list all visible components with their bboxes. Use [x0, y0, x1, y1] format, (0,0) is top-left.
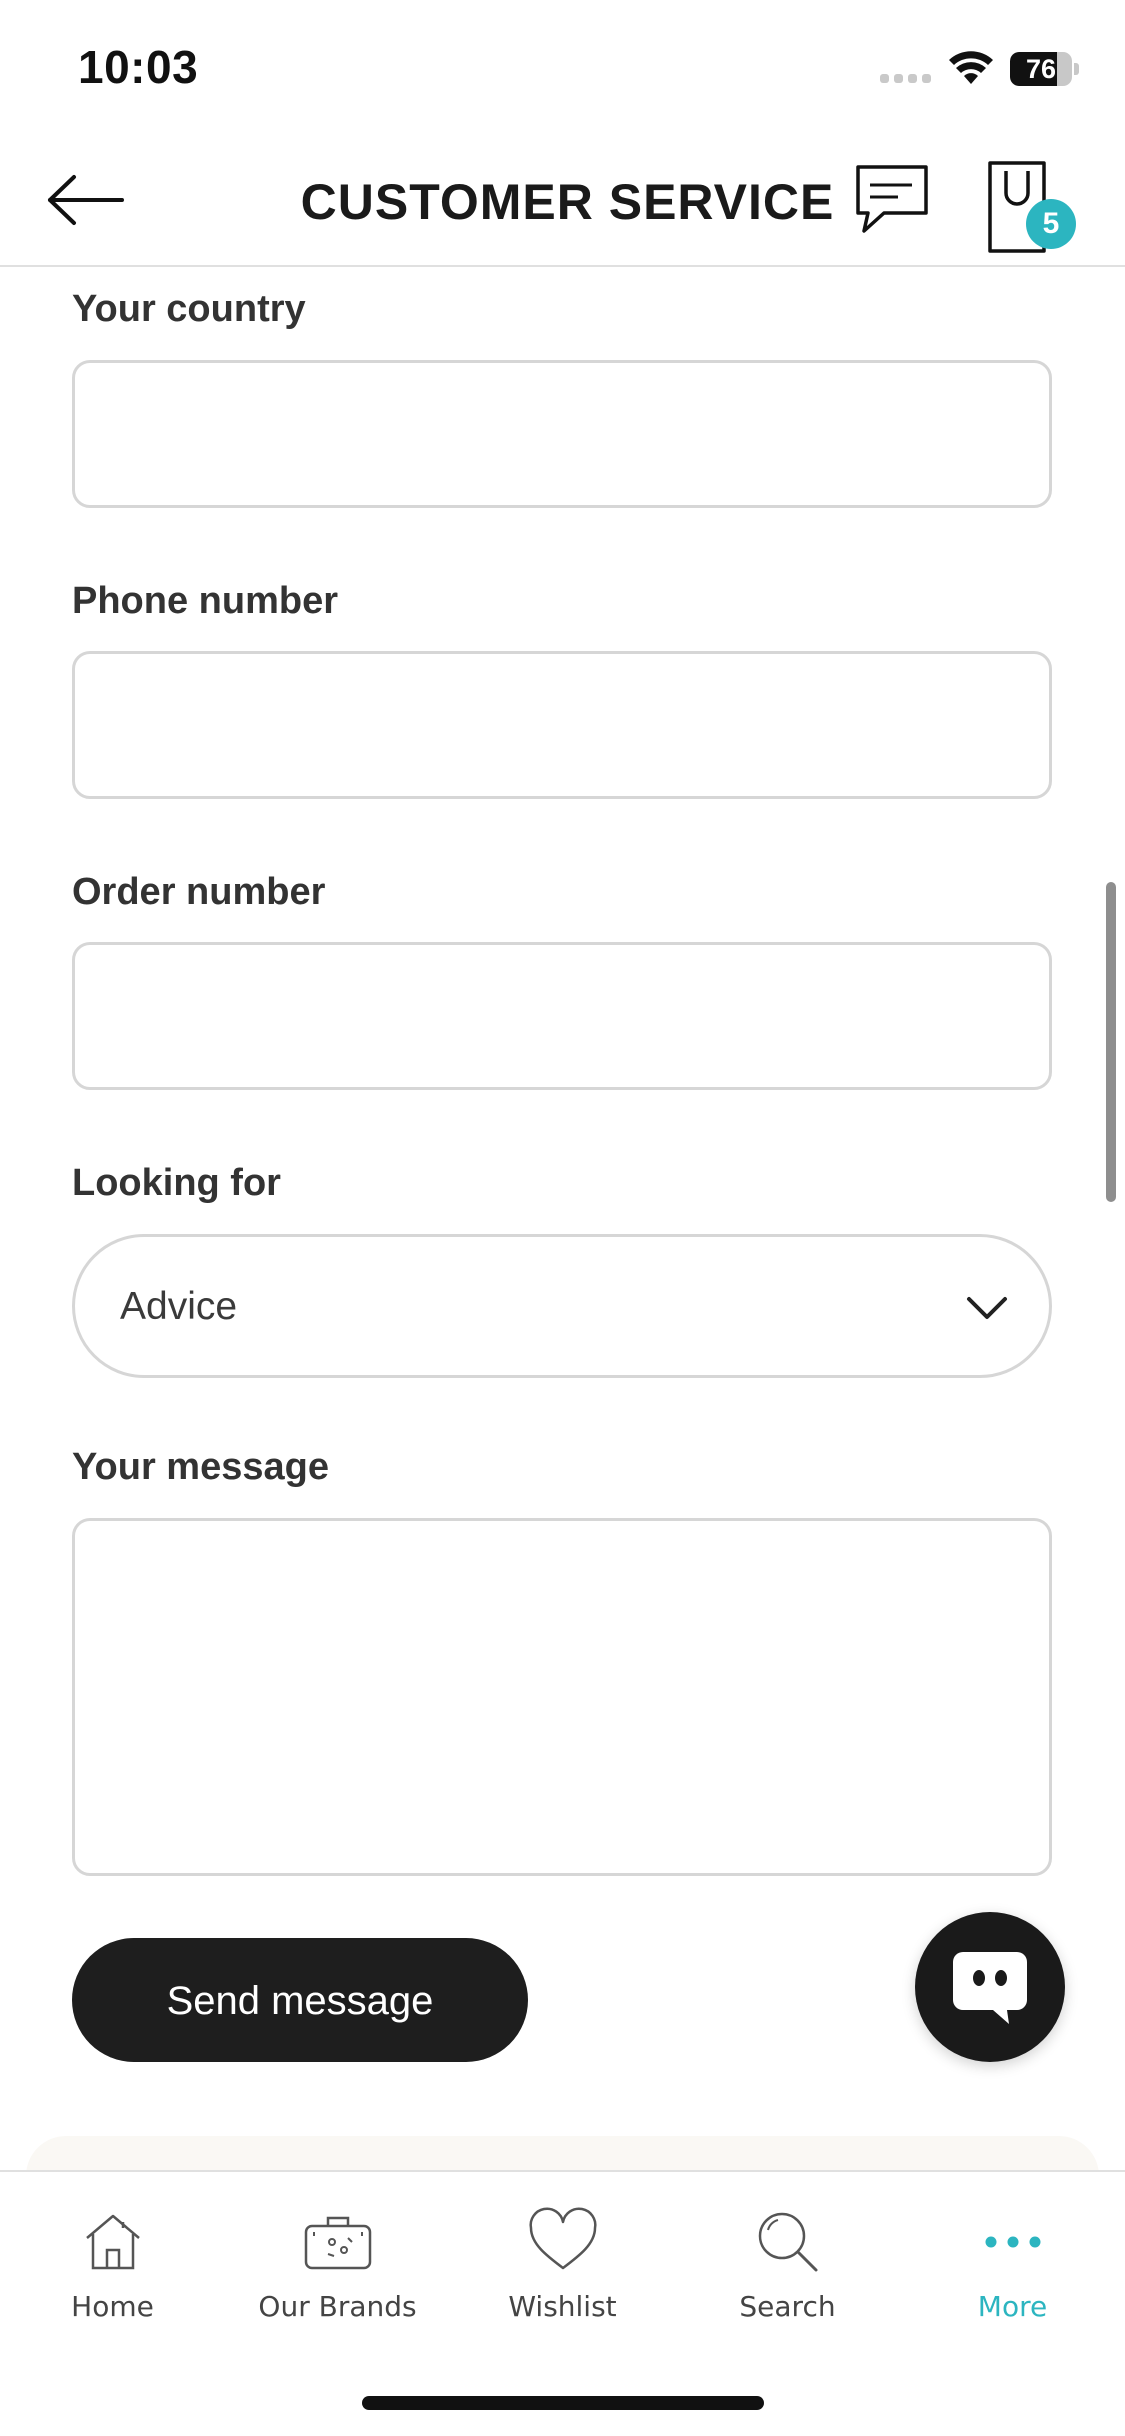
- chat-icon: [953, 1952, 1027, 2024]
- looking-for-selected-value: Advice: [120, 1285, 238, 1328]
- nav-label-wishlist: Wishlist: [508, 2290, 617, 2323]
- home-icon: [86, 2214, 140, 2270]
- chat-bubble-icon: [856, 165, 928, 233]
- chevron-down-icon: [967, 1297, 1007, 1319]
- battery-icon: 76: [1010, 52, 1079, 86]
- battery-level: 76: [1025, 54, 1057, 84]
- message-textarea[interactable]: [72, 1518, 1052, 1876]
- nav-item-home[interactable]: Home: [0, 2192, 225, 2342]
- live-chat-button[interactable]: [915, 1912, 1065, 2062]
- shopping-bag-button[interactable]: 5: [982, 157, 1082, 257]
- home-indicator: [362, 2396, 764, 2410]
- scrollbar[interactable]: [1106, 882, 1116, 1202]
- message-label: Your message: [72, 1446, 329, 1488]
- nav-label-search: Search: [739, 2290, 836, 2323]
- send-message-button[interactable]: Send message: [72, 1938, 528, 2062]
- nav-item-more[interactable]: More: [900, 2192, 1125, 2342]
- looking-for-label: Looking for: [72, 1162, 281, 1204]
- status-time: 10:03: [78, 41, 199, 93]
- country-input[interactable]: [72, 360, 1052, 508]
- phone-label: Phone number: [72, 580, 339, 622]
- phone-input[interactable]: [72, 651, 1052, 799]
- order-number-label: Order number: [72, 871, 326, 913]
- looking-for-select[interactable]: Advice: [72, 1234, 1052, 1378]
- country-label: Your country: [72, 288, 306, 330]
- cellular-signal-icon: [880, 74, 931, 83]
- search-icon: [758, 2212, 818, 2272]
- nav-item-our-brands[interactable]: Our Brands: [225, 2192, 450, 2342]
- page-title: CUSTOMER SERVICE: [300, 174, 835, 230]
- customer-service-screen: 10:03 76 CUSTOMER SERVICE 5 Your country…: [0, 0, 1125, 2436]
- more-icon: [985, 2236, 1041, 2248]
- heart-icon: [529, 2207, 597, 2270]
- app-header: CUSTOMER SERVICE 5: [0, 135, 1125, 267]
- nav-item-wishlist[interactable]: Wishlist: [450, 2192, 675, 2342]
- status-bar: 10:03 76: [0, 0, 1125, 135]
- wifi-icon: [949, 51, 993, 84]
- order-number-input[interactable]: [72, 942, 1052, 1090]
- suitcase-icon: [304, 2216, 372, 2270]
- nav-label-our-brands: Our Brands: [258, 2290, 417, 2323]
- cart-count-badge: 5: [1026, 199, 1076, 249]
- nav-label-more: More: [977, 2290, 1048, 2323]
- nav-item-search[interactable]: Search: [675, 2192, 900, 2342]
- chat-button[interactable]: [850, 159, 934, 243]
- nav-label-home: Home: [71, 2290, 154, 2323]
